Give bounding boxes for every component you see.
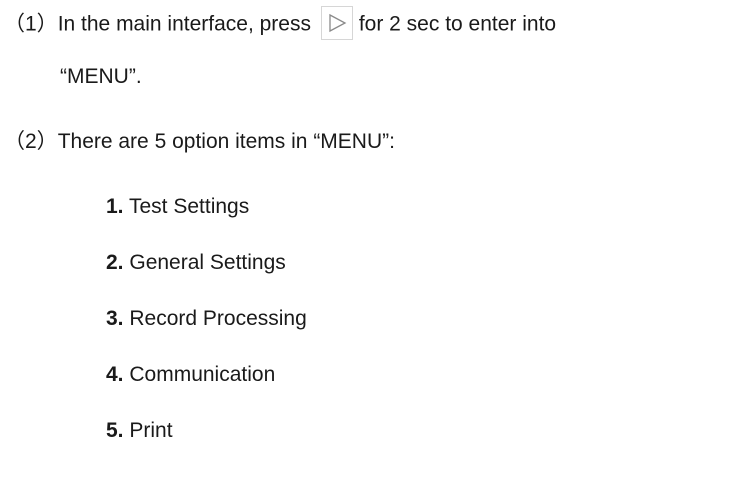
menu-item-label: Test Settings xyxy=(128,195,250,218)
step-2-text: There are 5 option items in “MENU”: xyxy=(57,130,395,153)
menu-item-test-settings: 1. Test Settings xyxy=(106,193,249,221)
step-1-marker: （1） xyxy=(4,12,58,36)
menu-item-label: General Settings xyxy=(129,251,286,274)
menu-item-label: Record Processing xyxy=(129,307,307,330)
step-1-continuation: “MENU”. xyxy=(60,65,142,88)
step-2-line: （2）There are 5 option items in “MENU”: xyxy=(4,128,395,156)
play-triangle-icon xyxy=(320,6,353,40)
menu-item-label: Communication xyxy=(129,363,276,386)
step-1-text-after-icon: for 2 sec to enter into xyxy=(358,12,557,36)
step-1-line: （1）In the main interface, press for 2 se… xyxy=(4,6,557,42)
menu-item-label: Print xyxy=(129,419,173,442)
step-1-text-before-icon: In the main interface, press xyxy=(57,12,311,36)
menu-item-number: 5. xyxy=(106,419,124,442)
menu-item-record-processing: 3. Record Processing xyxy=(106,305,307,333)
menu-item-print: 5. Print xyxy=(106,417,173,445)
menu-item-number: 2. xyxy=(106,251,124,274)
menu-item-communication: 4. Communication xyxy=(106,361,275,389)
menu-item-number: 4. xyxy=(106,363,124,386)
menu-item-number: 1. xyxy=(106,195,124,218)
menu-item-number: 3. xyxy=(106,307,124,330)
menu-item-general-settings: 2. General Settings xyxy=(106,249,286,277)
step-2-marker: （2） xyxy=(4,130,58,153)
